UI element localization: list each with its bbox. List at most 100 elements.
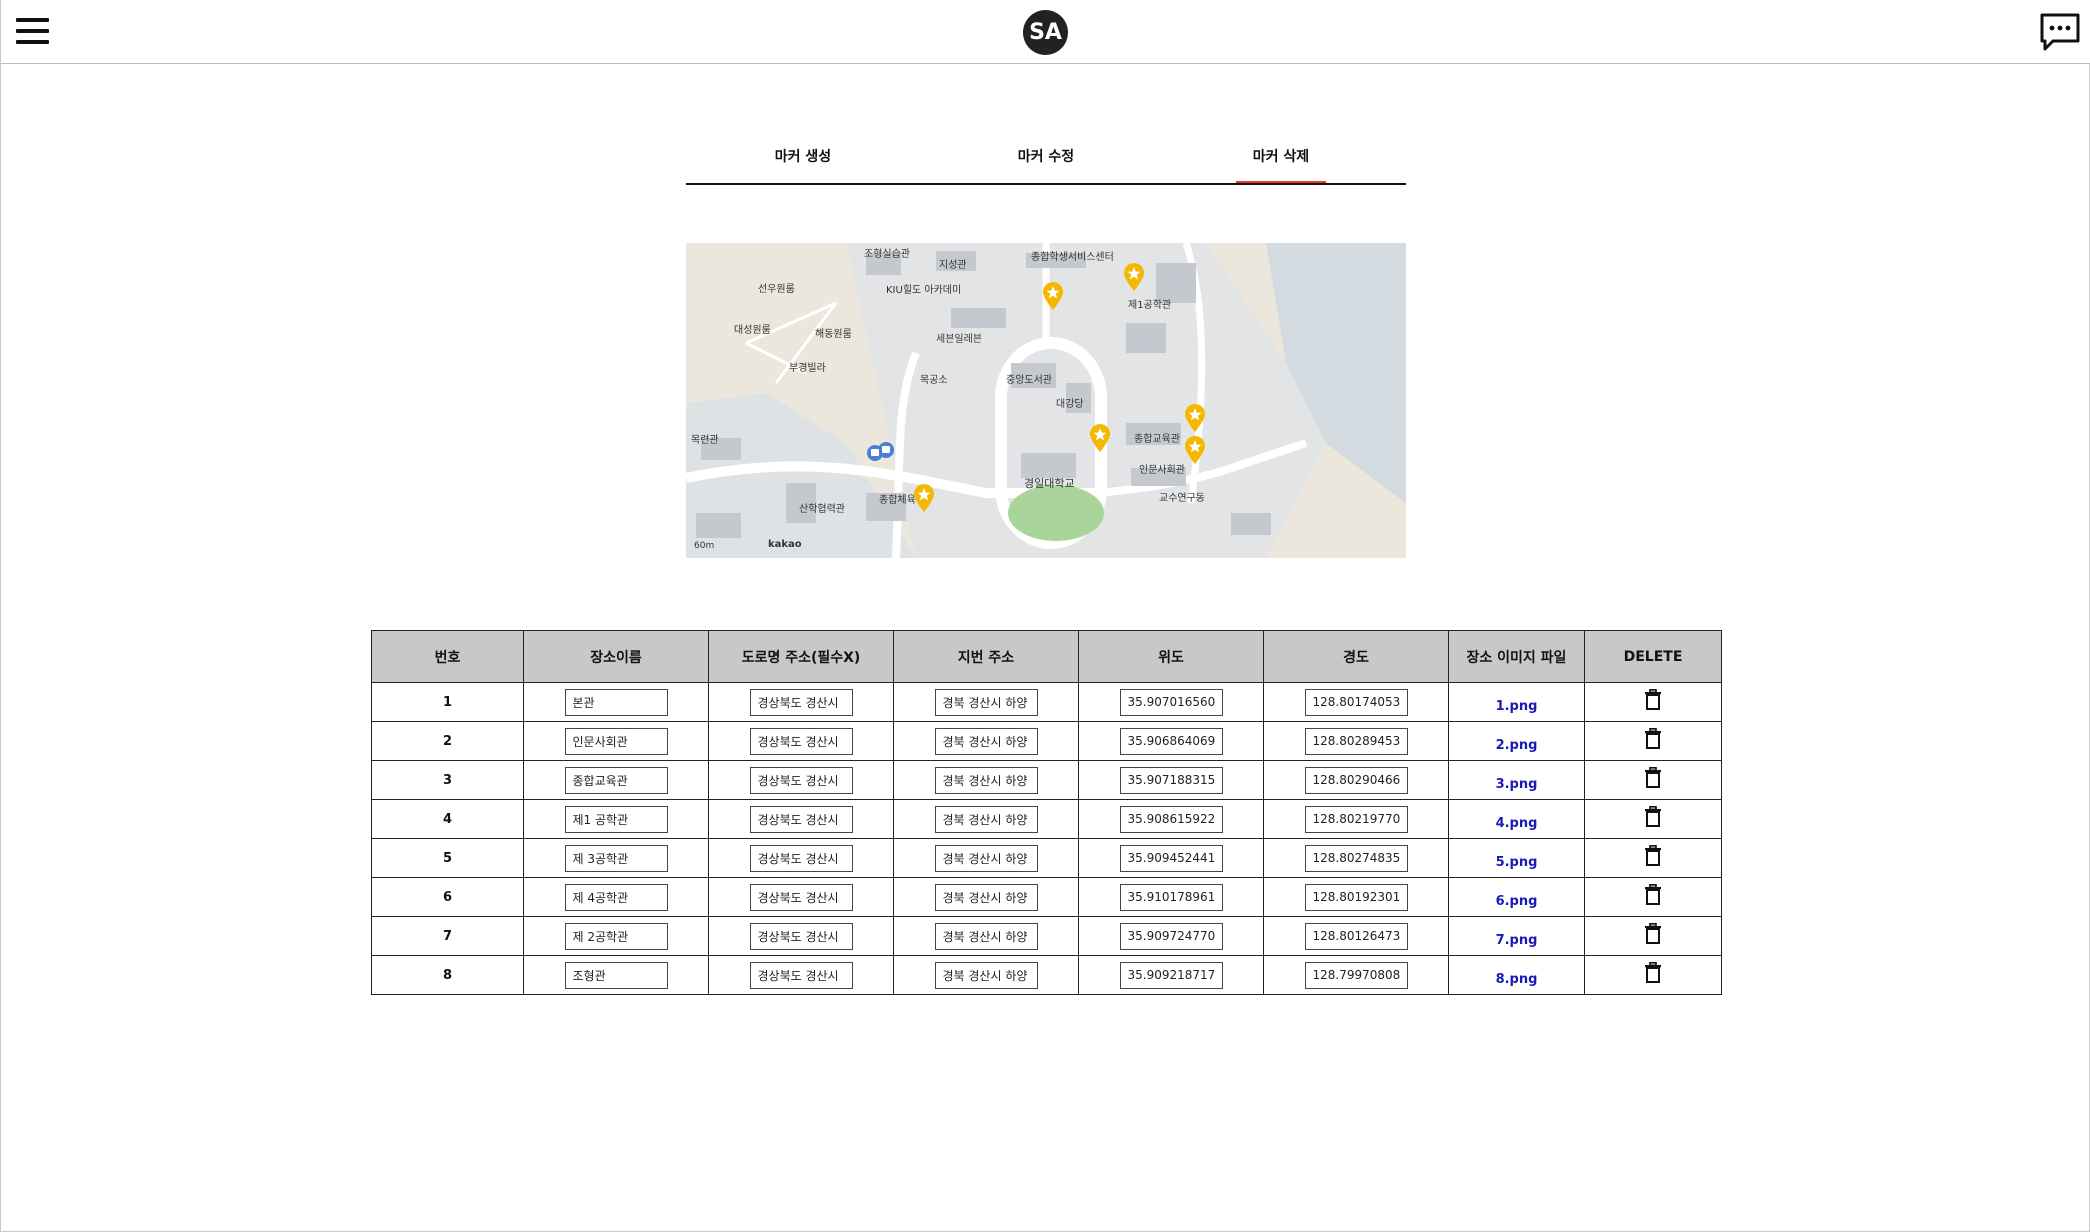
row-number: 3 (442, 772, 453, 788)
road-address-input[interactable] (749, 922, 853, 950)
longitude-input[interactable] (1304, 688, 1408, 716)
road-address-input[interactable] (749, 766, 853, 794)
latitude-input[interactable] (1119, 805, 1223, 833)
row-number: 1 (442, 694, 453, 710)
road-address-input[interactable] (749, 844, 853, 872)
trash-icon[interactable] (1644, 884, 1662, 906)
place-name-input[interactable] (564, 961, 668, 989)
jibun-address-input[interactable] (934, 727, 1038, 755)
image-file-link[interactable]: 7.png (1496, 933, 1538, 948)
place-name-input[interactable] (564, 883, 668, 911)
logo[interactable]: SA (1023, 10, 1068, 55)
table-row: 2 2.png (371, 721, 1722, 761)
bus-stop-icon[interactable] (866, 441, 896, 463)
table-row: 4 4.png (371, 799, 1722, 839)
map-scale: 60m (694, 541, 715, 551)
latitude-input[interactable] (1119, 961, 1223, 989)
road-address-input[interactable] (749, 727, 853, 755)
latitude-input[interactable] (1119, 922, 1223, 950)
place-name-input[interactable] (564, 805, 668, 833)
table-row: 7 7.png (371, 916, 1722, 956)
column-header-delete: DELETE (1584, 630, 1722, 683)
app-root: SA 마커 생성 마커 수정 마커 삭제 조형실습관 지성관 종합학생서비스센터… (0, 0, 2090, 1232)
road-address-input[interactable] (749, 961, 853, 989)
location-marker-icon[interactable] (1184, 403, 1206, 433)
column-header-image-file: 장소 이미지 파일 (1448, 630, 1585, 683)
latitude-input[interactable] (1119, 688, 1223, 716)
jibun-address-input[interactable] (934, 688, 1038, 716)
trash-icon[interactable] (1644, 845, 1662, 867)
column-header-latitude: 위도 (1078, 630, 1264, 683)
longitude-input[interactable] (1304, 922, 1408, 950)
image-file-link[interactable]: 1.png (1496, 699, 1538, 714)
longitude-input[interactable] (1304, 727, 1408, 755)
image-file-link[interactable]: 3.png (1496, 777, 1538, 792)
place-name-input[interactable] (564, 727, 668, 755)
latitude-input[interactable] (1119, 766, 1223, 794)
longitude-input[interactable] (1304, 961, 1408, 989)
image-file-link[interactable]: 8.png (1496, 972, 1538, 987)
longitude-input[interactable] (1304, 883, 1408, 911)
table-body: 1 1.png 2 2.png 3 (371, 682, 1722, 995)
marker-table: 번호 장소이름 도로명 주소(필수X) 지번 주소 위도 경도 장소 이미지 파… (371, 630, 1722, 995)
hamburger-menu-icon[interactable] (16, 18, 49, 44)
longitude-input[interactable] (1304, 766, 1408, 794)
trash-icon[interactable] (1644, 689, 1662, 711)
image-file-link[interactable]: 4.png (1496, 816, 1538, 831)
table-row: 6 6.png (371, 877, 1722, 917)
column-header-place-name: 장소이름 (523, 630, 709, 683)
location-marker-icon[interactable] (1123, 262, 1145, 292)
row-number: 6 (442, 889, 453, 905)
row-number: 2 (442, 733, 453, 749)
row-number: 8 (442, 967, 453, 983)
row-number: 7 (442, 928, 453, 944)
location-marker-icon[interactable] (913, 483, 935, 513)
image-file-link[interactable]: 6.png (1496, 894, 1538, 909)
table-row: 8 8.png (371, 955, 1722, 995)
row-number: 4 (442, 811, 453, 827)
place-name-input[interactable] (564, 922, 668, 950)
marker-tabs: 마커 생성 마커 수정 마커 삭제 (686, 138, 1406, 185)
jibun-address-input[interactable] (934, 922, 1038, 950)
road-address-input[interactable] (749, 883, 853, 911)
jibun-address-input[interactable] (934, 844, 1038, 872)
map-attribution: kakao (768, 539, 802, 550)
tab-delete-marker[interactable]: 마커 삭제 (1236, 138, 1326, 183)
jibun-address-input[interactable] (934, 805, 1038, 833)
road-address-input[interactable] (749, 688, 853, 716)
tab-edit-marker[interactable]: 마커 수정 (992, 138, 1100, 181)
image-file-link[interactable]: 5.png (1496, 855, 1538, 870)
place-name-input[interactable] (564, 844, 668, 872)
top-header: SA (1, 0, 2090, 64)
trash-icon[interactable] (1644, 962, 1662, 984)
trash-icon[interactable] (1644, 728, 1662, 750)
latitude-input[interactable] (1119, 844, 1223, 872)
location-marker-icon[interactable] (1089, 423, 1111, 453)
table-header-row: 번호 장소이름 도로명 주소(필수X) 지번 주소 위도 경도 장소 이미지 파… (371, 630, 1722, 683)
campus-map[interactable]: 조형실습관 지성관 종합학생서비스센터 선우원룸 KIU힐도 아카데미 제1공학… (686, 243, 1406, 558)
column-header-road-address: 도로명 주소(필수X) (708, 630, 894, 683)
image-file-link[interactable]: 2.png (1496, 738, 1538, 753)
location-marker-icon[interactable] (1042, 281, 1064, 311)
jibun-address-input[interactable] (934, 883, 1038, 911)
tab-create-marker[interactable]: 마커 생성 (758, 138, 848, 181)
latitude-input[interactable] (1119, 883, 1223, 911)
trash-icon[interactable] (1644, 923, 1662, 945)
table-row: 1 1.png (371, 682, 1722, 722)
longitude-input[interactable] (1304, 805, 1408, 833)
trash-icon[interactable] (1644, 806, 1662, 828)
place-name-input[interactable] (564, 688, 668, 716)
trash-icon[interactable] (1644, 767, 1662, 789)
jibun-address-input[interactable] (934, 766, 1038, 794)
column-header-longitude: 경도 (1263, 630, 1449, 683)
jibun-address-input[interactable] (934, 961, 1038, 989)
table-row: 3 3.png (371, 760, 1722, 800)
location-marker-icon[interactable] (1184, 435, 1206, 465)
place-name-input[interactable] (564, 766, 668, 794)
column-header-jibun-address: 지번 주소 (893, 630, 1079, 683)
chat-bubble-icon[interactable] (2039, 12, 2081, 52)
road-address-input[interactable] (749, 805, 853, 833)
longitude-input[interactable] (1304, 844, 1408, 872)
latitude-input[interactable] (1119, 727, 1223, 755)
row-number: 5 (442, 850, 453, 866)
